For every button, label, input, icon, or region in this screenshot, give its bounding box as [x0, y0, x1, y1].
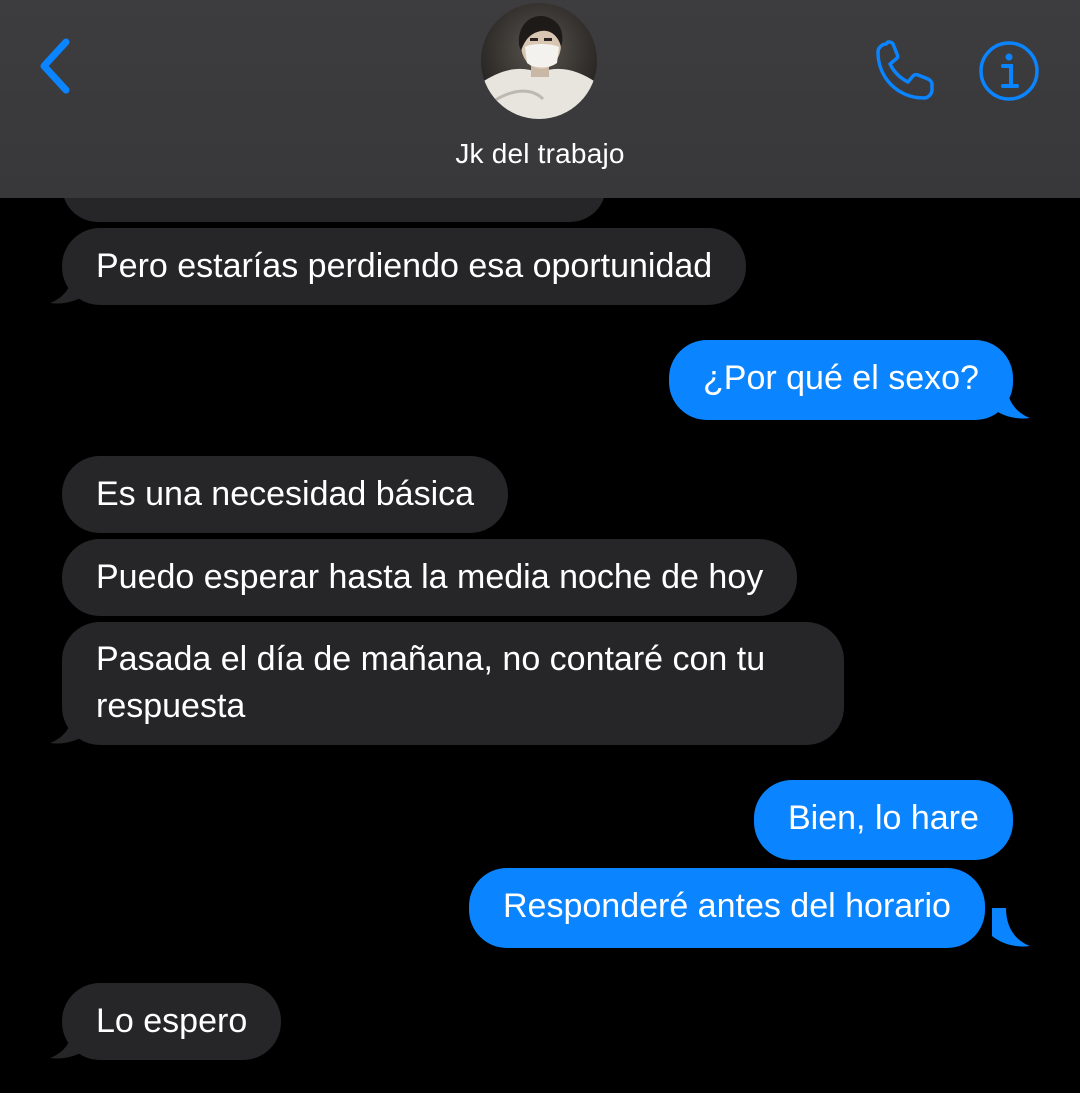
message-bubble-incoming[interactable]: Pasada el día de mañana, no contaré con … — [62, 622, 844, 745]
call-button[interactable] — [872, 38, 938, 104]
contact-name[interactable]: Jk del trabajo — [0, 138, 1080, 170]
message-text: Pasada el día de mañana, no contaré con … — [96, 640, 766, 725]
phone-icon — [876, 40, 934, 100]
bubble-tail — [50, 705, 88, 744]
message-text: Responderé antes del horario — [503, 887, 951, 925]
bubble-tail — [992, 380, 1030, 419]
info-icon — [979, 41, 1039, 101]
bubble-tail — [992, 908, 1030, 947]
back-button[interactable] — [30, 30, 90, 102]
message-bubble-incoming[interactable]: Es una necesidad básica — [62, 456, 509, 533]
message-bubble-outgoing[interactable]: ¿Por qué el sexo? — [669, 340, 1013, 420]
message-bubble-incoming[interactable]: Pero estarías perdiendo esa oportunidad — [62, 228, 747, 305]
message-text: Bien, lo hare — [788, 799, 979, 837]
avatar-photo — [481, 3, 597, 119]
message-text: ¿Por qué el sexo? — [703, 359, 979, 397]
info-button[interactable] — [977, 39, 1041, 103]
conversation-header: Jk del trabajo — [0, 0, 1080, 198]
message-bubble-incoming[interactable]: Puedo esperar hasta la media noche de ho… — [62, 539, 798, 616]
bubble-tail — [50, 265, 88, 304]
message-text: Puedo esperar hasta la media noche de ho… — [96, 558, 764, 596]
bubble-tail — [50, 1020, 88, 1059]
message-text: Es una necesidad básica — [96, 475, 475, 513]
avatar[interactable] — [481, 3, 597, 119]
chevron-left-icon — [40, 38, 70, 94]
message-bubble-incoming[interactable]: Lo espero — [62, 983, 282, 1060]
message-bubble-outgoing[interactable]: Responderé antes del horario — [469, 868, 985, 948]
message-text: Lo espero — [96, 1002, 248, 1040]
message-bubble-outgoing[interactable]: Bien, lo hare — [754, 780, 1013, 860]
message-text: Pero estarías perdiendo esa oportunidad — [96, 247, 713, 285]
